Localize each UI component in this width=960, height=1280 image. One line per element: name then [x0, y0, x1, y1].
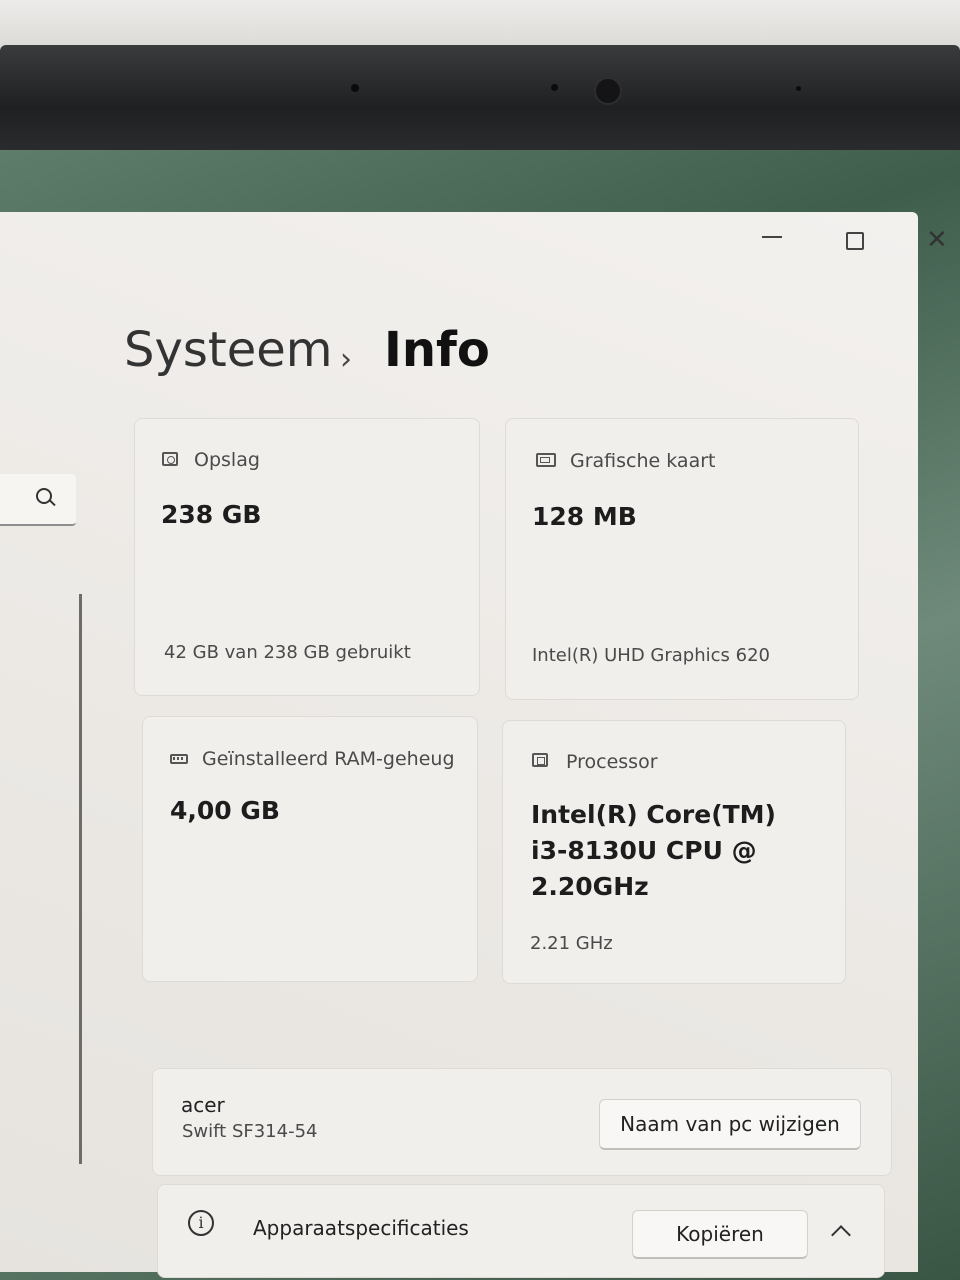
specs-label: Apparaatspecificaties: [253, 1216, 469, 1240]
copy-button[interactable]: Kopiëren: [632, 1210, 808, 1259]
sensor-dot: [351, 84, 359, 92]
sensor-dot: [796, 86, 801, 91]
info-icon: i: [188, 1210, 214, 1236]
processor-title: Processor: [566, 751, 658, 773]
processor-name-line: i3-8130U CPU @: [531, 836, 757, 865]
maximize-icon[interactable]: [846, 232, 864, 250]
device-model: Swift SF314-54: [182, 1121, 318, 1142]
device-brand: acer: [181, 1093, 225, 1117]
sensor-dot: [551, 84, 558, 91]
graphics-title: Grafische kaart: [570, 450, 716, 472]
laptop-bezel: [0, 45, 960, 150]
graphics-value: 128 MB: [532, 502, 637, 531]
display-icon: [536, 453, 556, 467]
breadcrumb-parent[interactable]: Systeem: [124, 322, 333, 378]
search-icon: [36, 488, 52, 504]
page-title: Info: [384, 322, 490, 378]
storage-value: 238 GB: [161, 500, 262, 529]
cpu-icon: [532, 753, 548, 767]
ram-value: 4,00 GB: [170, 796, 280, 825]
ram-title: Geïnstalleerd RAM-geheug: [202, 748, 455, 770]
webcam: [594, 77, 622, 105]
breadcrumb-separator: ›: [340, 342, 352, 377]
storage-title: Opslag: [194, 449, 260, 471]
rename-pc-button[interactable]: Naam van pc wijzigen: [599, 1099, 861, 1150]
graphics-model: Intel(R) UHD Graphics 620: [532, 645, 770, 666]
processor-name-line: Intel(R) Core(TM): [531, 800, 776, 829]
close-icon[interactable]: ✕: [926, 226, 948, 254]
drive-icon: [162, 452, 178, 466]
processor-speed: 2.21 GHz: [530, 933, 613, 954]
nav-divider: [79, 594, 82, 1164]
search-box[interactable]: [0, 474, 76, 526]
processor-name-line: 2.20GHz: [531, 872, 649, 901]
minimize-icon[interactable]: [762, 236, 782, 238]
storage-used: 42 GB van 238 GB gebruikt: [164, 642, 411, 663]
memory-icon: [170, 754, 188, 764]
